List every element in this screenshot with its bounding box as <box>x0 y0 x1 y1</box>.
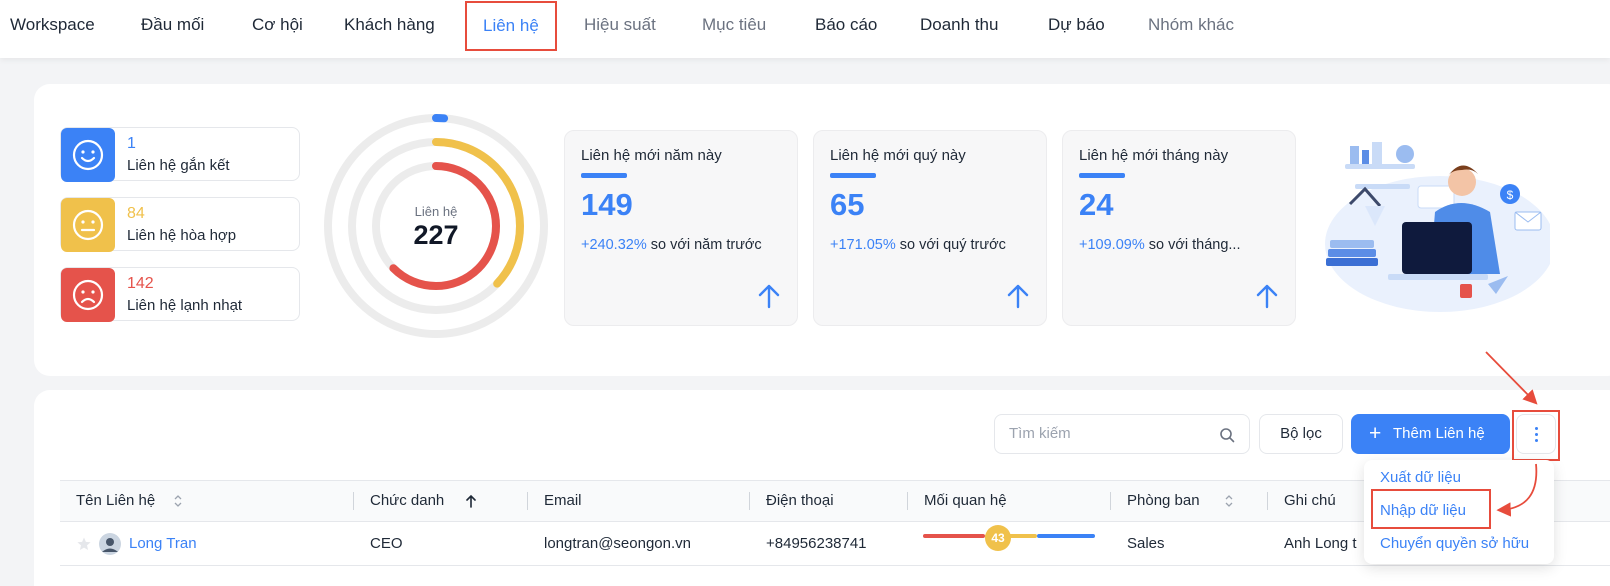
sort-icon[interactable] <box>174 495 182 507</box>
relationship-label: Liên hệ lạnh nhạt <box>127 297 243 314</box>
kpi-underline <box>1079 173 1125 178</box>
neutral-face-icon <box>61 198 115 252</box>
kpi-percent: +109.09% <box>1079 237 1145 253</box>
highlight-more-options <box>1512 410 1560 461</box>
kpi-compare: +109.09% so với tháng... <box>1079 237 1240 253</box>
relationship-value: 1 <box>127 135 136 152</box>
kpi-new-this-year: Liên hệ mới năm này 149 +240.32% so với … <box>564 130 798 326</box>
menu-item-export[interactable]: Xuất dữ liệu <box>1380 469 1461 486</box>
column-header-department[interactable]: Phòng ban <box>1127 481 1200 521</box>
column-divider <box>749 492 750 510</box>
contact-phone: +84956238741 <box>766 535 867 552</box>
column-divider <box>527 492 528 510</box>
relationship-value: 142 <box>127 275 154 292</box>
relationship-label: Liên hệ hòa hợp <box>127 227 237 244</box>
kpi-new-this-month: Liên hệ mới tháng này 24 +109.09% so với… <box>1062 130 1296 326</box>
column-divider <box>1267 492 1268 510</box>
smile-icon <box>61 128 115 182</box>
contact-department: Sales <box>1127 535 1165 552</box>
relationship-bar-engaged <box>1037 534 1095 538</box>
top-navigation: Workspace Đầu mối Cơ hội Khách hàng Liên… <box>0 0 1610 58</box>
column-header-email[interactable]: Email <box>544 481 582 521</box>
column-header-title[interactable]: Chức danh <box>370 481 444 521</box>
nav-leads[interactable]: Đầu mối <box>141 0 204 52</box>
column-divider <box>353 492 354 510</box>
nav-workspace[interactable]: Workspace <box>10 0 95 52</box>
avatar <box>99 533 121 555</box>
kpi-compare-text: so với năm trước <box>646 237 762 253</box>
kpi-value: 149 <box>581 187 633 222</box>
kpi-underline <box>830 173 876 178</box>
nav-revenue[interactable]: Doanh thu <box>920 0 998 52</box>
add-contact-label: Thêm Liên hệ <box>1393 425 1485 442</box>
search-icon <box>1220 428 1235 443</box>
kpi-new-this-quarter: Liên hệ mới quý này 65 +171.05% so với q… <box>813 130 1047 326</box>
sad-face-icon <box>61 268 115 322</box>
kpi-title: Liên hệ mới tháng này <box>1079 147 1229 164</box>
column-divider <box>1110 492 1111 510</box>
kpi-underline <box>581 173 627 178</box>
highlight-import <box>1371 489 1491 529</box>
relationship-bar-cold <box>923 534 985 538</box>
kpi-compare-text: so với tháng... <box>1144 237 1241 253</box>
kpi-percent: +171.05% <box>830 237 896 253</box>
nav-performance[interactable]: Hiệu suất <box>584 0 656 52</box>
nav-contacts[interactable]: Liên hệ <box>465 1 557 51</box>
sort-ascending-icon[interactable] <box>466 494 476 508</box>
stats-card: 1 Liên hệ gắn kết 84 Liên hệ hòa hợp 142… <box>34 84 1610 376</box>
kpi-value: 65 <box>830 187 865 222</box>
nav-opportunities[interactable]: Cơ hội <box>252 0 303 52</box>
kpi-compare-text: so với quý trước <box>895 237 1006 253</box>
nav-customers[interactable]: Khách hàng <box>344 0 435 52</box>
search-box[interactable] <box>994 414 1250 454</box>
column-header-relationship[interactable]: Mối quan hệ <box>924 481 1007 521</box>
plus-icon: + <box>1369 422 1382 445</box>
nav-forecast[interactable]: Dự báo <box>1048 0 1105 52</box>
relationship-score-badge[interactable]: 43 <box>985 525 1011 551</box>
search-input[interactable] <box>1009 425 1209 442</box>
kpi-compare: +171.05% so với quý trước <box>830 237 1006 253</box>
filter-button[interactable]: Bộ lọc <box>1259 414 1343 454</box>
relationship-value: 84 <box>127 205 145 222</box>
nav-goals[interactable]: Mục tiêu <box>702 0 766 52</box>
kpi-compare: +240.32% so với năm trước <box>581 237 762 253</box>
menu-item-transfer-ownership[interactable]: Chuyển quyền sở hữu <box>1380 535 1529 552</box>
kpi-title: Liên hệ mới năm này <box>581 147 722 164</box>
kpi-value: 24 <box>1079 187 1114 222</box>
office-worker-illustration: $ <box>1325 142 1550 312</box>
nav-reports[interactable]: Báo cáo <box>815 0 877 52</box>
column-divider <box>907 492 908 510</box>
contact-title: CEO <box>370 535 403 552</box>
column-header-phone[interactable]: Điện thoại <box>766 481 834 521</box>
sort-icon[interactable] <box>1225 495 1233 507</box>
star-icon[interactable] <box>76 536 92 552</box>
kpi-percent: +240.32% <box>581 237 647 253</box>
arrow-up-icon <box>1007 284 1029 309</box>
arrow-up-icon <box>1256 284 1278 309</box>
relationship-engaged: 1 Liên hệ gắn kết <box>60 127 300 182</box>
contact-email: longtran@seongon.vn <box>544 535 691 552</box>
column-header-note[interactable]: Ghi chú <box>1284 481 1336 521</box>
contact-name-link[interactable]: Long Tran <box>129 522 197 566</box>
relationship-cold: 142 Liên hệ lạnh nhạt <box>60 267 300 322</box>
arrow-up-icon <box>758 284 780 309</box>
kpi-title: Liên hệ mới quý này <box>830 147 966 164</box>
relationship-harmonious: 84 Liên hệ hòa hợp <box>60 197 300 252</box>
contact-note: Anh Long t <box>1284 535 1357 552</box>
svg-text:$: $ <box>1507 188 1514 202</box>
column-header-name[interactable]: Tên Liên hệ <box>76 481 155 521</box>
add-contact-button[interactable]: + Thêm Liên hệ <box>1351 414 1510 454</box>
ring-total: 227 <box>413 220 459 250</box>
nav-other-groups[interactable]: Nhóm khác <box>1148 0 1234 52</box>
relationship-label: Liên hệ gắn kết <box>127 157 230 174</box>
ring-label: Liên hệ <box>414 204 458 219</box>
